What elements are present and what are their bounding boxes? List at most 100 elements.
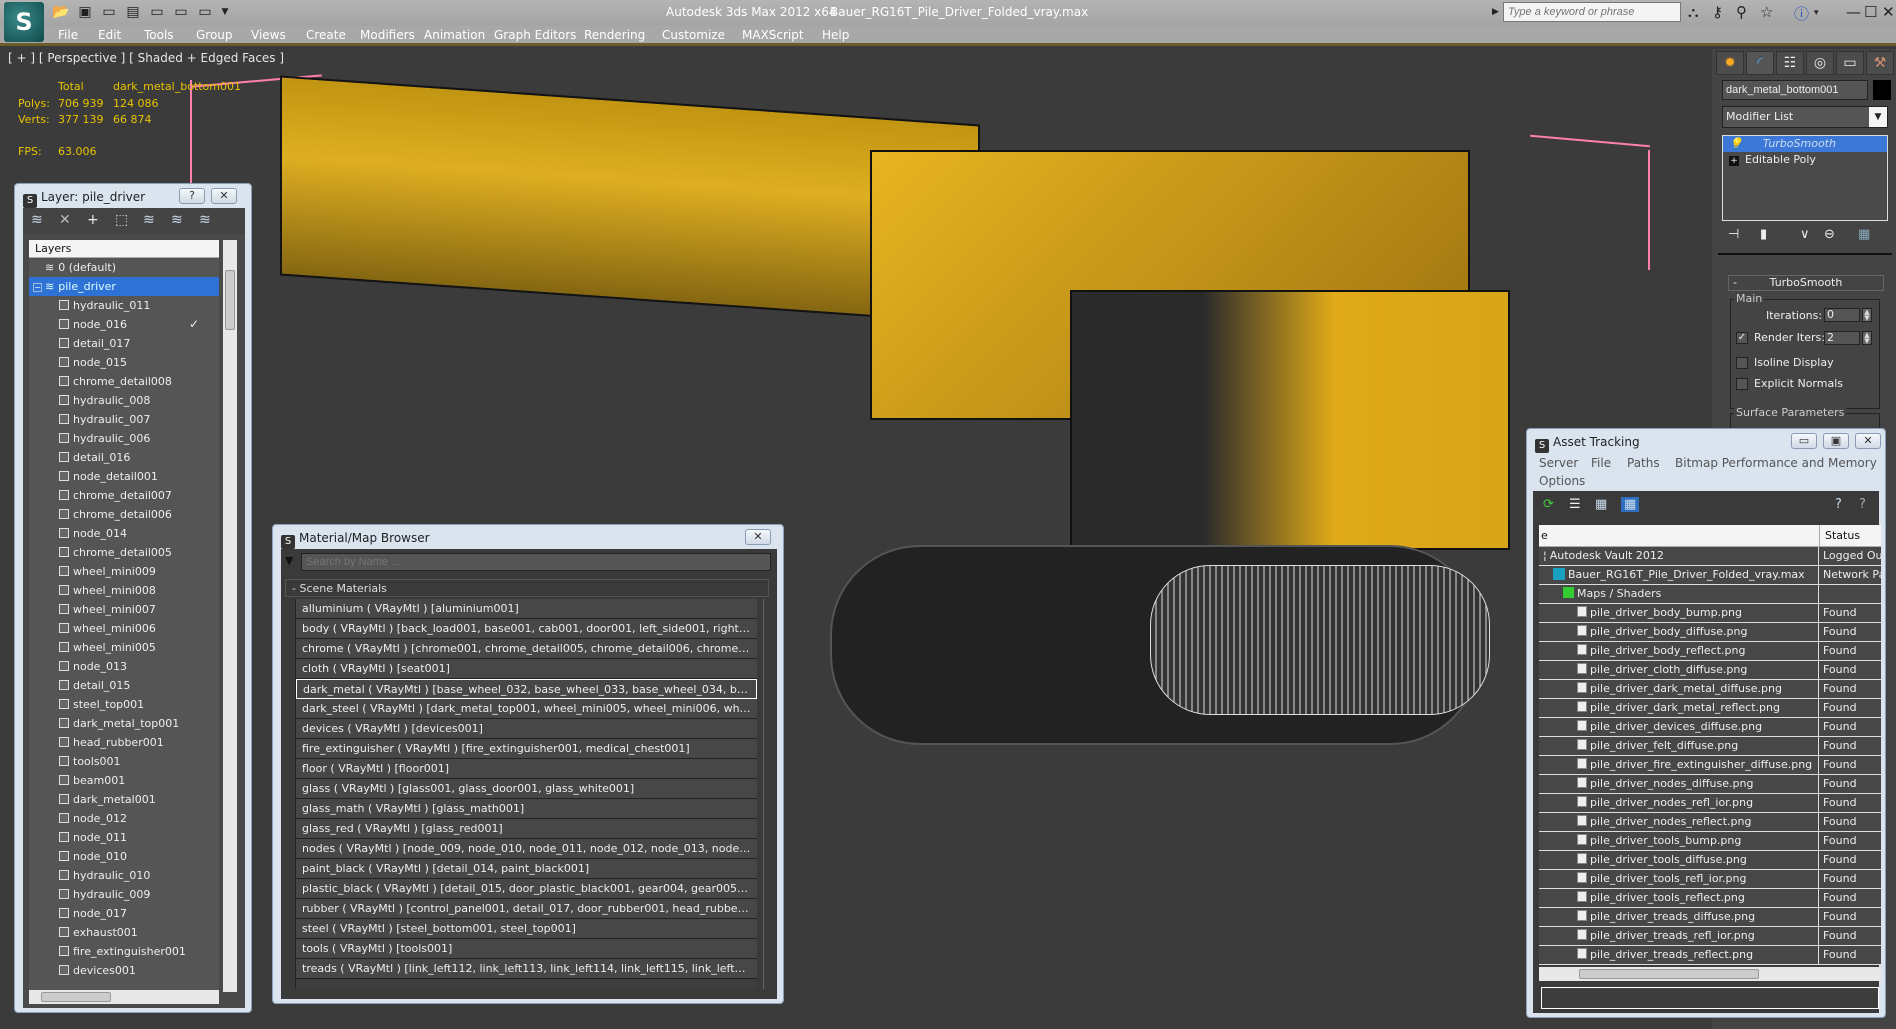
material-row[interactable]: tools ( VRayMtl ) [tools001] (296, 939, 757, 959)
select-objects-icon[interactable]: ⬚ (115, 212, 128, 228)
material-row[interactable]: floor ( VRayMtl ) [floor001] (296, 759, 757, 779)
layer-object-row[interactable]: wheel_mini006 (29, 619, 219, 638)
asset-row[interactable]: pile_driver_treads_reflect.png Found (1539, 946, 1881, 965)
display-tab-icon[interactable]: ▭ (1836, 51, 1864, 75)
add-to-layer-icon[interactable]: + (87, 212, 99, 228)
perspective-viewport[interactable] (0, 49, 1712, 1029)
asset-table-horizontal-scrollbar[interactable] (1539, 967, 1881, 981)
asset-row[interactable]: pile_driver_tools_refl_ior.png Found (1539, 870, 1881, 889)
asset-row[interactable]: pile_driver_dark_metal_diffuse.png Found (1539, 680, 1881, 699)
layer-list-horizontal-scrollbar[interactable] (29, 990, 219, 1004)
layer-object-row[interactable]: beam001 (29, 771, 219, 790)
layer-object-row[interactable]: node_011 (29, 828, 219, 847)
close-button[interactable]: ✕ (1855, 433, 1881, 449)
turbosmooth-rollout-header[interactable]: - TurboSmooth (1728, 275, 1884, 291)
layer-object-row[interactable]: node_017 (29, 904, 219, 923)
table-view-icon[interactable]: ▦ (1621, 497, 1640, 512)
search-by-name-input[interactable] (301, 553, 771, 571)
modify-tab-icon[interactable]: ◜ (1746, 51, 1774, 75)
material-row[interactable]: chrome ( VRayMtl ) [chrome001, chrome_de… (296, 639, 757, 659)
layer-object-row[interactable]: chrome_detail007 (29, 486, 219, 505)
layer-row[interactable]: ≋ 0 (default) (29, 258, 219, 277)
layer-object-row[interactable]: node_detail001 (29, 467, 219, 486)
layer-object-row[interactable]: node_012 (29, 809, 219, 828)
help-query-icon[interactable]: ? (1835, 497, 1842, 512)
scroll-thumb[interactable] (1579, 969, 1759, 979)
asset-row[interactable]: pile_driver_tools_reflect.png Found (1539, 889, 1881, 908)
close-icon[interactable]: ✕ (1882, 3, 1895, 21)
explicit-normals-checkbox[interactable] (1736, 378, 1748, 390)
layer-object-row[interactable]: node_014 (29, 524, 219, 543)
layers-column-header[interactable]: Layers (29, 240, 219, 258)
freeze-all-icon[interactable]: ≋ (199, 212, 211, 228)
help-button[interactable]: ? (179, 188, 205, 204)
material-row[interactable]: steel ( VRayMtl ) [steel_bottom001, stee… (296, 919, 757, 939)
asset-row[interactable]: pile_driver_tools_bump.png Found (1539, 832, 1881, 851)
asset-row[interactable]: pile_driver_nodes_reflect.png Found (1539, 813, 1881, 832)
layer-list-vertical-scrollbar[interactable] (223, 240, 237, 992)
column-name-header[interactable]: e (1541, 529, 1548, 542)
material-row[interactable]: body ( VRayMtl ) [back_load001, base001,… (296, 619, 757, 639)
refresh-icon[interactable]: ⟳ (1543, 497, 1554, 512)
layer-object-row[interactable]: devices001 (29, 961, 219, 980)
show-end-result-icon[interactable]: ▮ (1760, 227, 1767, 242)
layer-object-row[interactable]: wheel_mini005 (29, 638, 219, 657)
layer-object-row[interactable]: wheel_mini007 (29, 600, 219, 619)
material-row[interactable]: alluminium ( VRayMtl ) [aluminium001] (296, 599, 757, 619)
layer-object-row[interactable]: head_rubber001 (29, 733, 219, 752)
layer-object-row[interactable]: chrome_detail006 (29, 505, 219, 524)
utilities-tab-icon[interactable]: ⚒ (1866, 51, 1894, 75)
delete-layer-icon[interactable]: ✕ (59, 212, 71, 228)
layer-object-row[interactable]: dark_metal_top001 (29, 714, 219, 733)
asset-row[interactable]: pile_driver_body_reflect.png Found (1539, 642, 1881, 661)
asset-row[interactable]: pile_driver_treads_refl_ior.png Found (1539, 927, 1881, 946)
render-iters-spinner[interactable]: 2 (1824, 331, 1860, 345)
make-unique-icon[interactable]: ∨ (1800, 227, 1810, 242)
help-icon[interactable]: ⓘ (1794, 3, 1809, 24)
asset-row[interactable]: pile_driver_treads_diffuse.png Found (1539, 908, 1881, 927)
asset-path-field[interactable] (1541, 987, 1879, 1009)
new-layer-icon[interactable]: ≋ (31, 212, 43, 228)
key-icon[interactable]: ⚷ (1712, 3, 1723, 21)
material-row[interactable]: fire_extinguisher ( VRayMtl ) [fire_exti… (296, 739, 757, 759)
create-tab-icon[interactable]: ✹ (1716, 51, 1744, 75)
render-iters-spinner-arrows[interactable]: ▲ ▼ (1862, 331, 1872, 345)
asset-row[interactable]: pile_driver_tools_diffuse.png Found (1539, 851, 1881, 870)
pin-stack-icon[interactable]: ⊣ (1728, 227, 1739, 242)
hide-all-icon[interactable]: ≋ (171, 212, 183, 228)
tree-view-icon[interactable]: ▦ (1595, 497, 1607, 512)
material-row[interactable]: dark_metal ( VRayMtl ) [base_wheel_032, … (296, 679, 757, 699)
layer-object-row[interactable]: steel_top001 (29, 695, 219, 714)
asset-row[interactable]: ¦ Autodesk Vault 2012 Logged Ou (1539, 547, 1881, 566)
scroll-thumb[interactable] (225, 270, 235, 330)
layer-object-row[interactable]: detail_017 (29, 334, 219, 353)
layer-object-row[interactable]: tools001 (29, 752, 219, 771)
chevron-down-icon[interactable]: ▼ (1869, 107, 1887, 127)
close-button[interactable]: ✕ (745, 529, 771, 545)
material-row[interactable]: glass ( VRayMtl ) [glass001, glass_door0… (296, 779, 757, 799)
material-row[interactable]: cloth ( VRayMtl ) [seat001] (296, 659, 757, 679)
viewport-label[interactable]: [ + ] [ Perspective ] [ Shaded + Edged F… (8, 51, 284, 65)
layer-object-row[interactable]: node_010 (29, 847, 219, 866)
favorites-star-icon[interactable]: ☆ (1760, 3, 1773, 21)
column-divider[interactable] (1819, 525, 1820, 547)
layer-object-row[interactable]: hydraulic_008 (29, 391, 219, 410)
lightbulb-icon[interactable]: 💡 (1729, 137, 1743, 150)
options-dropdown-icon[interactable]: ▼ (285, 554, 293, 567)
layer-object-row[interactable]: chrome_detail005 (29, 543, 219, 562)
material-list-scrollbar[interactable] (763, 599, 771, 989)
isoline-display-checkbox[interactable] (1736, 357, 1748, 369)
layer-object-row[interactable]: detail_015 (29, 676, 219, 695)
asset-menu-bitmap-performance[interactable]: Bitmap Performance and Memory (1675, 456, 1877, 470)
motion-tab-icon[interactable]: ◎ (1806, 51, 1834, 75)
close-button[interactable]: ✕ (211, 188, 237, 204)
asset-menu-file[interactable]: File (1591, 456, 1611, 470)
material-row[interactable]: nodes ( VRayMtl ) [node_009, node_010, n… (296, 839, 757, 859)
layer-object-row[interactable]: dark_metal001 (29, 790, 219, 809)
app-logo-button[interactable]: S (4, 2, 44, 42)
maximize-icon[interactable]: ☐ (1864, 3, 1877, 21)
material-row[interactable]: rubber ( VRayMtl ) [control_panel001, de… (296, 899, 757, 919)
material-row[interactable]: plastic_black ( VRayMtl ) [detail_015, d… (296, 879, 757, 899)
material-row[interactable]: glass_math ( VRayMtl ) [glass_math001] (296, 799, 757, 819)
minimize-icon[interactable]: — (1846, 3, 1861, 21)
